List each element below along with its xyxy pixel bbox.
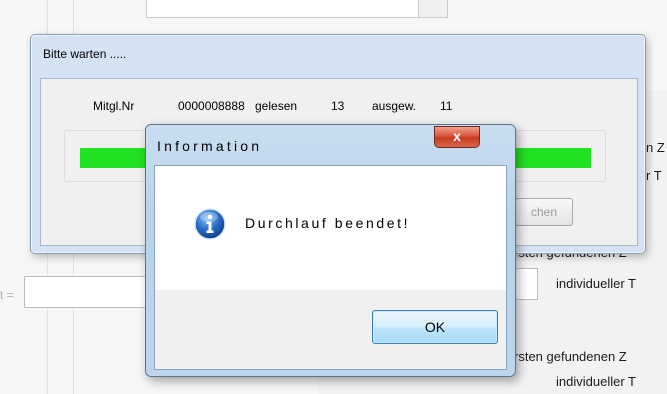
background-partial-label: t = [0,288,14,302]
record-number-value: 0000008888 [178,99,245,113]
ok-button[interactable]: OK [372,310,498,344]
background-label-2: r T [646,168,662,183]
background-input-1[interactable] [514,268,538,300]
info-icon [194,208,226,240]
background-top-button[interactable] [418,0,448,18]
cancel-button[interactable]: chen [515,198,573,226]
selected-label: ausgew. [372,99,417,113]
background-input-left[interactable] [24,276,154,308]
close-button[interactable]: x [434,126,480,148]
close-icon: x [453,128,461,144]
information-dialog-title: Information [157,138,263,154]
message-area: Durchlauf beendet! [155,166,506,290]
background-label-1: n Z [646,140,665,155]
selected-count: 11 [440,99,453,113]
ok-button-label: OK [424,319,446,335]
read-label: gelesen [255,99,298,113]
wait-dialog-title: Bitte warten ..... [43,47,127,61]
record-number-label: Mitgl.Nr [93,99,135,113]
read-count: 13 [331,99,345,113]
message-text: Durchlauf beendet! [245,215,411,231]
cancel-button-label: chen [530,205,558,219]
information-dialog: Information x Durchlauf beendet! OK [145,124,516,377]
background-label-individual-2: individueller T [556,374,636,389]
background-label-found-2: rsten gefundenen Z [514,349,627,364]
background-top-field[interactable] [146,0,420,18]
background-label-individual-1: individueller T [556,276,636,291]
information-dialog-content: Durchlauf beendet! OK [154,165,507,370]
